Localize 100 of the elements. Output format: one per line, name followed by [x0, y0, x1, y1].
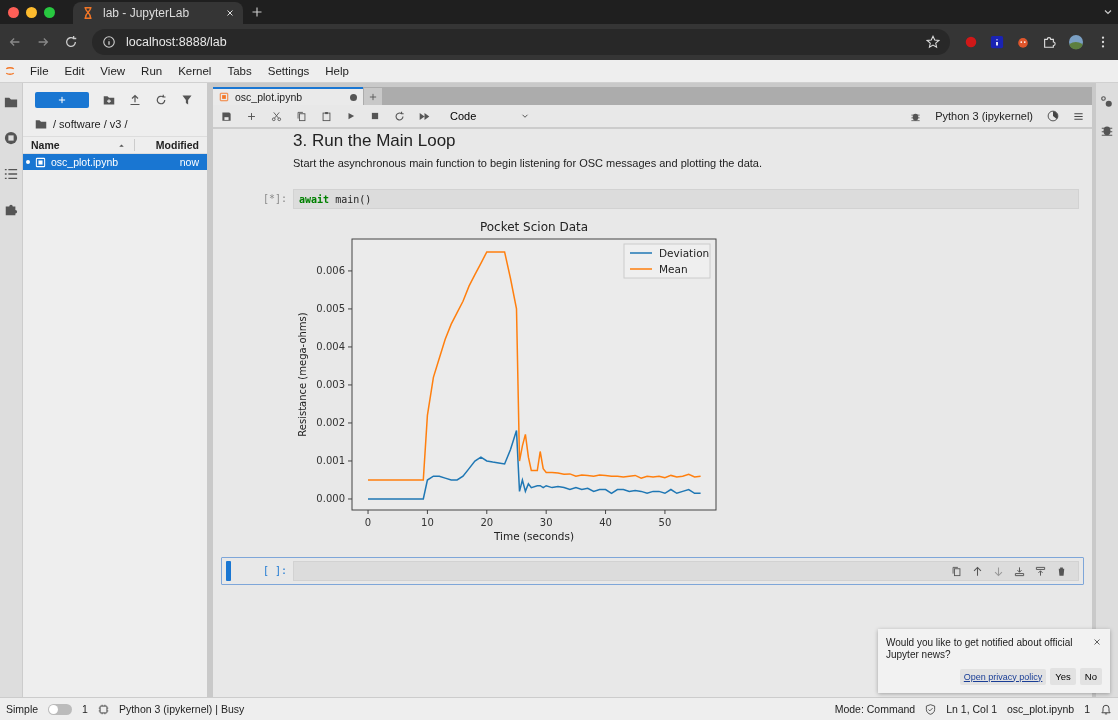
back-icon[interactable] [8, 35, 22, 49]
kernel-status[interactable]: Python 3 (ipykernel) | Busy [118, 703, 245, 715]
insert-above-icon[interactable] [1014, 565, 1025, 577]
tick-mark [347, 346, 353, 348]
zoom-window-button[interactable] [44, 6, 55, 18]
restart-icon[interactable] [394, 110, 405, 122]
file-row[interactable]: osc_plot.ipynb now [23, 154, 207, 170]
notebook-file-icon [35, 156, 46, 168]
tick-label: 50 [658, 517, 672, 528]
notification-button[interactable]: Yes [1050, 668, 1076, 685]
menu-item[interactable]: Run [133, 65, 171, 77]
cell-type-dropdown[interactable]: Code [450, 110, 530, 122]
menu-item[interactable]: View [92, 65, 134, 77]
tick-mark [347, 498, 353, 500]
privacy-policy-link[interactable]: Open privacy policy [959, 668, 1047, 685]
axis-label: Time (seconds) [493, 530, 575, 542]
execution-prompt: [*]: [261, 192, 288, 206]
menu-item[interactable]: Edit [56, 65, 93, 77]
refresh-icon[interactable] [155, 94, 167, 106]
kernel-name[interactable]: Python 3 (ipykernel) [935, 110, 1033, 122]
tick-label: 0.000 [316, 493, 345, 505]
folder-icon[interactable] [4, 95, 18, 109]
column-header[interactable]: Modified [135, 139, 207, 151]
duplicate-icon[interactable] [951, 565, 962, 577]
terminal-count[interactable]: 1 [82, 703, 88, 715]
jupyter-logo-icon [4, 64, 16, 78]
notification-message: Would you like to get notified about official Jupyter news? [886, 637, 1074, 660]
tick-label: 0.006 [316, 265, 345, 277]
close-window-button[interactable] [8, 6, 19, 18]
menu-item[interactable]: Tabs [219, 65, 260, 77]
run-icon[interactable] [346, 111, 356, 121]
reload-icon[interactable] [64, 35, 78, 49]
menu-icon[interactable] [1073, 110, 1084, 122]
notification-count[interactable]: 1 [1084, 703, 1090, 715]
close-icon[interactable] [225, 8, 235, 18]
chart-title: Pocket Scion Data [479, 220, 589, 234]
forward-icon[interactable] [36, 35, 50, 49]
file-name: osc_plot.ipynb [51, 156, 120, 168]
new-folder-icon[interactable] [103, 94, 115, 106]
stop-icon[interactable] [370, 111, 380, 121]
profile-avatar-icon[interactable] [1068, 34, 1084, 50]
simple-mode-toggle[interactable] [48, 703, 73, 715]
new-tab-icon[interactable] [251, 6, 263, 18]
tick-mark [347, 308, 353, 310]
active-cell[interactable]: [ ]: [221, 557, 1084, 585]
shield-check-icon [925, 703, 937, 715]
notebook-file-icon [219, 92, 229, 102]
filter-icon[interactable] [181, 94, 193, 106]
column-header[interactable]: Name [31, 139, 60, 151]
tick-label: 0 [364, 517, 372, 528]
breadcrumb[interactable]: / software / v3 / [53, 118, 128, 130]
tick-label: 0.005 [316, 303, 345, 315]
minimize-window-button[interactable] [26, 6, 37, 18]
notebook-tab[interactable]: osc_plot.ipynb [213, 87, 363, 105]
active-cell-marker [226, 561, 231, 581]
mode-label: Simple [6, 703, 39, 715]
tick-label: 10 [421, 517, 434, 528]
address-bar[interactable]: localhost:8888/lab [92, 29, 950, 55]
copy-icon[interactable] [296, 110, 307, 122]
puzzle-icon[interactable] [4, 203, 18, 217]
save-icon[interactable] [221, 110, 232, 122]
kernel-busy-icon [1047, 110, 1059, 122]
tab-title: lab - JupyterLab [103, 6, 191, 20]
plus-icon [368, 91, 378, 102]
tick-label: 30 [539, 517, 553, 528]
insert-below-icon[interactable] [1035, 565, 1046, 577]
cut-icon[interactable] [271, 110, 282, 122]
delete-icon[interactable] [1056, 565, 1067, 577]
command-mode[interactable]: Mode: Command [834, 703, 916, 715]
notification-button[interactable]: No [1079, 668, 1102, 685]
list-icon[interactable] [4, 167, 18, 181]
tick-mark [486, 509, 488, 515]
menu-item[interactable]: Help [317, 65, 357, 77]
star-icon[interactable] [926, 35, 940, 49]
menu-item[interactable]: Kernel [170, 65, 220, 77]
close-icon[interactable] [1092, 637, 1102, 647]
tick-mark [664, 509, 666, 515]
move-up-icon[interactable] [972, 565, 983, 577]
tick-label: 0.003 [316, 379, 345, 391]
property-inspector-icon[interactable] [1100, 95, 1114, 109]
browser-tab[interactable]: lab - JupyterLab [73, 2, 243, 24]
plus-icon[interactable] [246, 110, 257, 122]
cpu-icon [97, 703, 109, 715]
menu-item[interactable]: Settings [259, 65, 318, 77]
notebook-cell[interactable]: 3. Run the Main Loop Start the asynchronous main function to begin listening for OSC messages and plotting the data. [221, 125, 1084, 185]
code-editor[interactable]: await main() [293, 189, 1079, 209]
info-extension-icon[interactable] [990, 35, 1004, 49]
legend-label: Deviation [659, 247, 710, 259]
tick-mark [347, 460, 353, 462]
cursor-position[interactable]: Ln 1, Col 1 [946, 703, 997, 715]
tick-mark [367, 509, 369, 515]
paste-icon[interactable] [321, 110, 332, 122]
stop-circle-icon[interactable] [4, 131, 18, 145]
bug-extension-icon[interactable] [1016, 35, 1030, 49]
tick-label: 0.001 [316, 455, 345, 467]
tick-mark [347, 422, 353, 424]
puzzle-icon[interactable] [1042, 35, 1056, 49]
bell-icon[interactable] [1100, 703, 1112, 715]
menu-item[interactable]: File [22, 65, 57, 77]
upload-icon[interactable] [129, 94, 141, 106]
